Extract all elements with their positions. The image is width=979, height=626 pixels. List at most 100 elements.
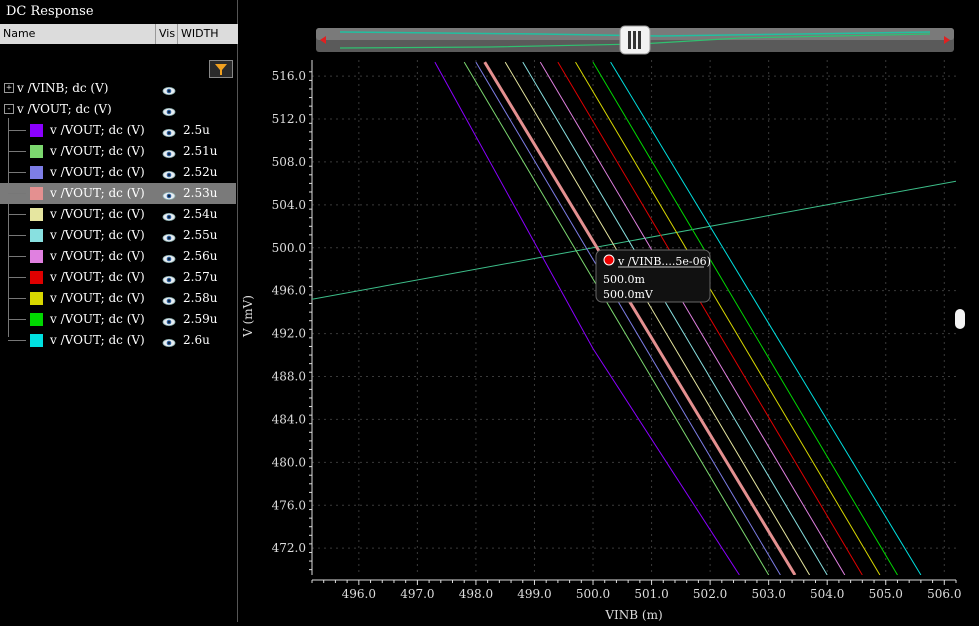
marker-dot-icon[interactable] <box>603 254 615 266</box>
width-value: 2.53u <box>183 186 218 200</box>
tree-child-row[interactable]: v /VOUT; dc (V) 2.52u <box>0 162 238 183</box>
series-line-2.56u[interactable] <box>539 61 846 575</box>
y-tick-label: 484.0 <box>272 412 306 426</box>
signal-label: v /VINB; dc (V) <box>17 81 109 95</box>
column-vis[interactable]: Vis <box>156 24 178 44</box>
signal-label: v /VOUT; dc (V) <box>50 270 145 284</box>
tree-child-row[interactable]: v /VOUT; dc (V) 2.58u <box>0 288 238 309</box>
visibility-eye-icon[interactable] <box>162 250 176 263</box>
color-swatch[interactable] <box>30 145 43 158</box>
tree-parent-row[interactable]: + v /VINB; dc (V) <box>0 78 238 99</box>
tree-branch <box>8 214 26 215</box>
visibility-eye-icon[interactable] <box>162 82 176 95</box>
width-value: 2.52u <box>183 165 218 179</box>
visibility-eye-icon[interactable] <box>162 208 176 221</box>
width-value: 2.58u <box>183 291 218 305</box>
signal-label: v /VOUT; dc (V) <box>50 165 145 179</box>
visibility-eye-icon[interactable] <box>162 229 176 242</box>
tree-child-row[interactable]: v /VOUT; dc (V) 2.57u <box>0 267 238 288</box>
width-value: 2.6u <box>183 333 210 347</box>
signal-label: v /VOUT; dc (V) <box>50 228 145 242</box>
x-tick-label: 497.0 <box>400 587 434 601</box>
y-tick-label: 516.0 <box>272 69 306 83</box>
x-axis-label: VINB (m) <box>604 608 662 622</box>
color-swatch[interactable] <box>30 124 43 137</box>
tree-branch <box>8 319 26 320</box>
width-value: 2.56u <box>183 249 218 263</box>
column-name[interactable]: Name <box>0 24 156 44</box>
visibility-eye-icon[interactable] <box>162 187 176 200</box>
tree-child-row[interactable]: v /VOUT; dc (V) 2.6u <box>0 330 238 351</box>
y-axis-label: V (mV) <box>241 295 255 338</box>
panel-title: DC Response <box>6 4 94 19</box>
signal-label: v /VOUT; dc (V) <box>50 144 145 158</box>
signal-label: v /VOUT; dc (V) <box>50 333 145 347</box>
visibility-eye-icon[interactable] <box>162 334 176 347</box>
tree-branch <box>8 340 26 341</box>
visibility-eye-icon[interactable] <box>162 292 176 305</box>
filter-button[interactable] <box>209 60 233 78</box>
x-tick-label: 496.0 <box>342 587 376 601</box>
tree-branch <box>8 130 26 131</box>
series-line-2.52u[interactable] <box>475 61 781 575</box>
color-swatch[interactable] <box>30 250 43 263</box>
tree-child-row[interactable]: v /VOUT; dc (V) 2.51u <box>0 141 238 162</box>
series-line-2.58u[interactable] <box>575 61 881 575</box>
vertical-scroll-handle[interactable] <box>955 309 965 329</box>
series-line-2.5u[interactable] <box>434 61 740 575</box>
tree-branch <box>8 193 26 194</box>
visibility-eye-icon[interactable] <box>162 313 176 326</box>
x-tick-label: 501.0 <box>634 587 668 601</box>
tree-child-row[interactable]: v /VOUT; dc (V) 2.59u <box>0 309 238 330</box>
x-tick-label: 503.0 <box>751 587 785 601</box>
tree-branch <box>8 235 26 236</box>
series-line-2.53u[interactable] <box>483 61 797 575</box>
tree-branch <box>8 151 26 152</box>
tree-branch <box>8 298 26 299</box>
color-swatch[interactable] <box>30 229 43 242</box>
visibility-eye-icon[interactable] <box>162 271 176 284</box>
expand-toggle-icon[interactable]: - <box>4 104 14 114</box>
tree-child-row[interactable]: v /VOUT; dc (V) 2.53u <box>0 183 236 204</box>
column-width[interactable]: WIDTH <box>178 24 238 44</box>
visibility-eye-icon[interactable] <box>162 124 176 137</box>
visibility-eye-icon[interactable] <box>162 103 176 116</box>
x-tick-label: 498.0 <box>459 587 493 601</box>
slider-grip-icon <box>638 31 641 49</box>
color-swatch[interactable] <box>30 334 43 347</box>
x-tick-label: 505.0 <box>869 587 903 601</box>
filter-icon <box>215 64 227 75</box>
color-swatch[interactable] <box>30 313 43 326</box>
y-tick-label: 504.0 <box>272 198 306 212</box>
color-swatch[interactable] <box>30 208 43 221</box>
y-tick-label: 480.0 <box>272 455 306 469</box>
series-line-2.55u[interactable] <box>522 61 828 575</box>
color-swatch[interactable] <box>30 187 43 200</box>
marker-y-readout: 500.0mV <box>603 288 654 301</box>
tree-child-row[interactable]: v /VOUT; dc (V) 2.55u <box>0 225 238 246</box>
color-swatch[interactable] <box>30 292 43 305</box>
x-tick-label: 504.0 <box>810 587 844 601</box>
x-tick-label: 506.0 <box>927 587 961 601</box>
visibility-eye-icon[interactable] <box>162 145 176 158</box>
signal-label: v /VOUT; dc (V) <box>50 186 145 200</box>
color-swatch[interactable] <box>30 166 43 179</box>
series-line-2.51u[interactable] <box>463 61 770 575</box>
color-swatch[interactable] <box>30 271 43 284</box>
width-value: 2.51u <box>183 144 218 158</box>
y-tick-label: 512.0 <box>272 112 306 126</box>
tree-branch <box>8 172 26 173</box>
width-value: 2.59u <box>183 312 218 326</box>
plot-svg[interactable]: 496.0 497.0 498.0 499.0 500.0 501.0 502.0 503.0… <box>240 0 979 622</box>
signal-label: v /VOUT; dc (V) <box>50 123 145 137</box>
signal-label: v /VOUT; dc (V) <box>50 291 145 305</box>
tree-parent-row[interactable]: -v /VOUT; dc (V) <box>0 99 238 120</box>
waveform-plot[interactable]: 496.0 497.0 498.0 499.0 500.0 501.0 502.0 503.0… <box>240 0 979 622</box>
y-tick-label: 496.0 <box>272 284 306 298</box>
visibility-eye-icon[interactable] <box>162 166 176 179</box>
y-tick-label: 476.0 <box>272 498 306 512</box>
tree-child-row[interactable]: v /VOUT; dc (V) 2.56u <box>0 246 238 267</box>
expand-toggle-icon[interactable]: + <box>4 83 14 93</box>
tree-child-row[interactable]: v /VOUT; dc (V) 2.54u <box>0 204 238 225</box>
tree-child-row[interactable]: v /VOUT; dc (V) 2.5u <box>0 120 238 141</box>
